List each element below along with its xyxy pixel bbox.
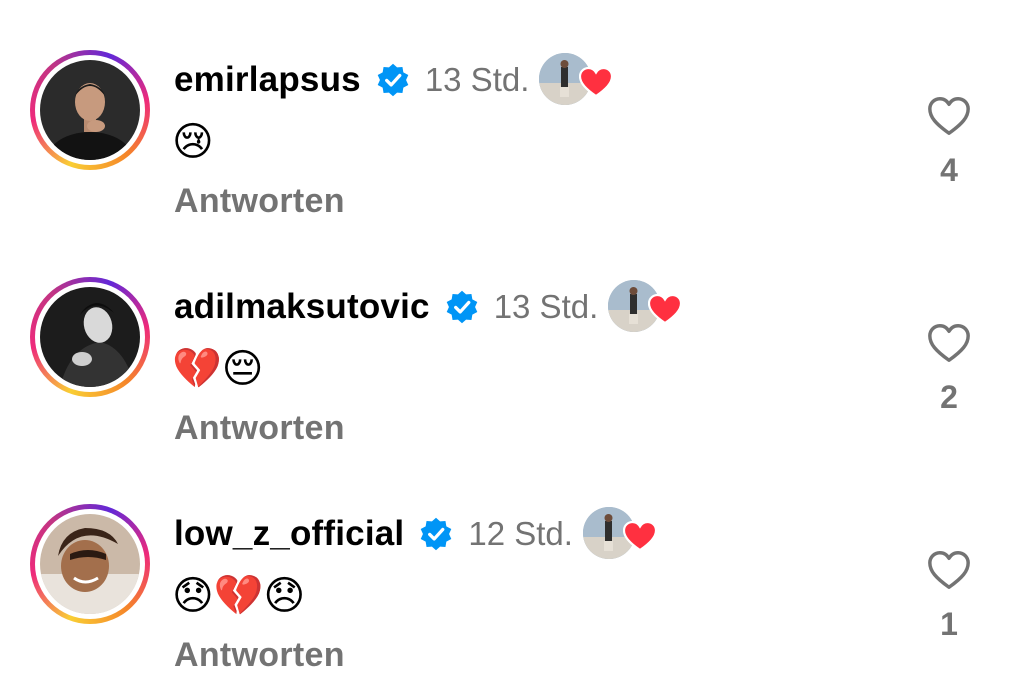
- comment-item: adilmaksutovic 13 Std. 💔😔 Antworten 2: [0, 227, 1024, 454]
- comment-username[interactable]: emirlapsus: [174, 60, 361, 100]
- avatar: [40, 60, 140, 160]
- verified-badge-icon: [446, 290, 477, 324]
- like-count: 1: [940, 606, 958, 642]
- comment-username[interactable]: low_z_official: [174, 514, 404, 554]
- verified-badge-icon: [421, 517, 452, 551]
- like-count: 2: [940, 379, 958, 415]
- liked-by-creator: [539, 53, 615, 107]
- like-count: 4: [940, 152, 958, 188]
- heart-filled-icon: [648, 294, 683, 324]
- reply-button[interactable]: Antworten: [174, 182, 345, 221]
- heart-filled-icon: [622, 521, 657, 551]
- reply-button[interactable]: Antworten: [174, 636, 345, 675]
- avatar-story-ring[interactable]: [30, 277, 150, 397]
- comment-item: low_z_official 12 Std. 😞💔😞 Antworten 1: [0, 454, 1024, 681]
- liked-by-creator: [608, 280, 684, 334]
- avatar-story-ring[interactable]: [30, 50, 150, 170]
- comment-text: 😢: [172, 119, 214, 165]
- heart-outline-icon[interactable]: [926, 321, 972, 365]
- avatar: [40, 514, 140, 614]
- liked-by-creator: [582, 507, 659, 561]
- avatar-story-ring[interactable]: [30, 504, 150, 624]
- comment-text: 💔😔: [172, 346, 264, 392]
- heart-outline-icon[interactable]: [926, 548, 972, 592]
- avatar: [40, 287, 140, 387]
- reply-button[interactable]: Antworten: [174, 409, 345, 448]
- comment-username[interactable]: adilmaksutovic: [174, 287, 430, 327]
- heart-filled-icon: [579, 67, 614, 97]
- comment-text: 😞💔😞: [172, 573, 306, 619]
- verified-badge-icon: [377, 63, 409, 97]
- comment-timestamp: 13 Std.: [424, 61, 530, 98]
- comment-timestamp: 12 Std.: [468, 515, 573, 552]
- heart-outline-icon[interactable]: [926, 94, 972, 138]
- comment-item: emirlapsus 13 Std. 😢 Antworten 4: [0, 0, 1024, 227]
- comment-timestamp: 13 Std.: [493, 288, 599, 325]
